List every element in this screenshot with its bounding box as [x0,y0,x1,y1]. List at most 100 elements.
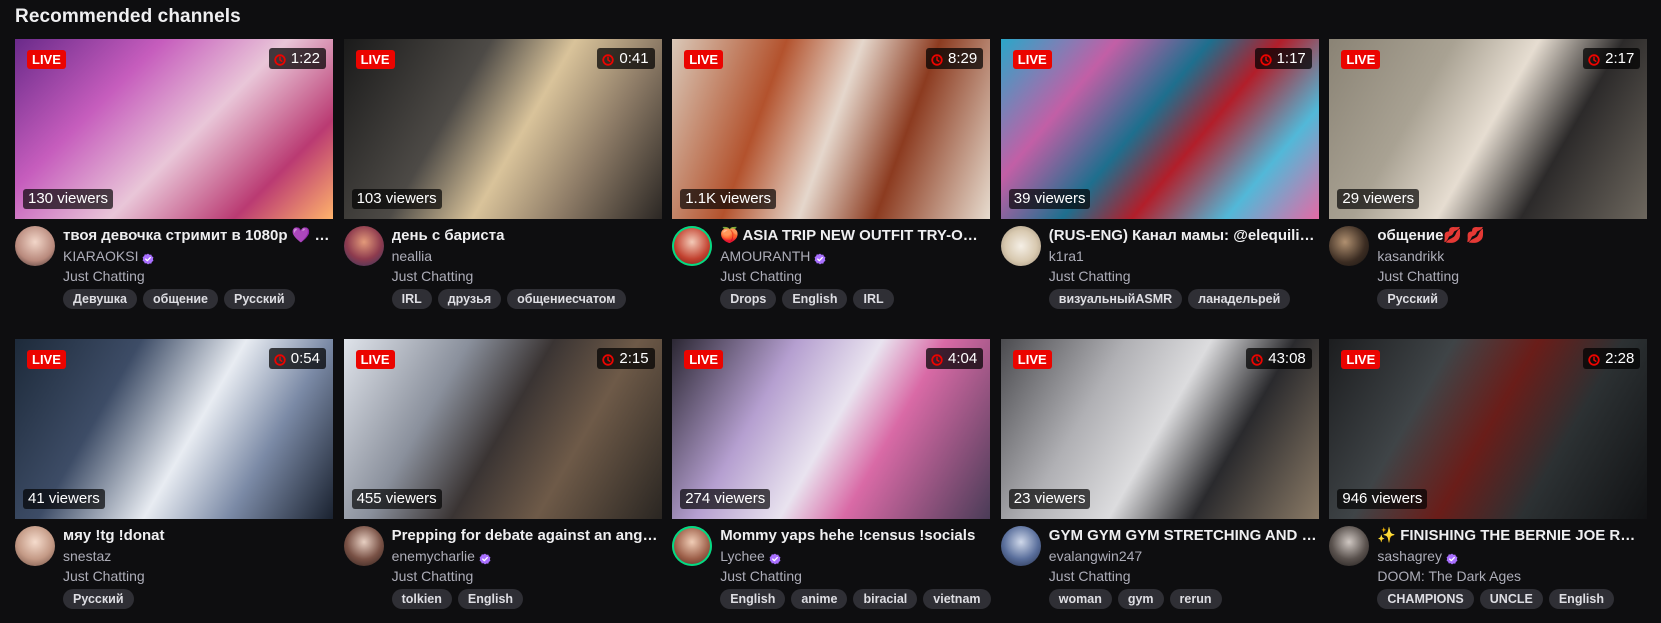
stream-info: общение💋 💋 kasandrikk Just Chatting Русс… [1377,226,1645,309]
stream-category[interactable]: Just Chatting [63,266,331,286]
stream-title[interactable]: Prepping for debate against an angry i..… [392,526,660,546]
channel-avatar[interactable] [672,526,713,566]
stream-category[interactable]: DOOM: The Dark Ages [1377,566,1645,586]
stream-title[interactable]: общение💋 💋 [1377,226,1645,246]
stream-card[interactable]: LIVE 1:17 39 viewers (RUS-ENG) Канал мам… [1000,39,1319,321]
channel-avatar[interactable] [1000,226,1041,266]
clock-icon [931,53,943,66]
stream-meta: ✨ FINISHING THE BERNIE JOE ROGA... sasha… [1329,526,1647,621]
stream-card[interactable]: LIVE 2:15 455 viewers Prepping for debat… [343,339,662,621]
tag-pill[interactable]: IRL [391,289,432,309]
uptime-text: 2:17 [1605,50,1635,67]
stream-title[interactable]: GYM GYM GYM STRETCHING AND M... [1049,526,1317,546]
stream-thumbnail[interactable]: LIVE 0:41 103 viewers [343,39,662,219]
stream-card[interactable]: LIVE 0:41 103 viewers день с бариста nea… [343,39,662,321]
stream-title[interactable]: ✨ FINISHING THE BERNIE JOE ROGA... [1377,526,1645,546]
channel-name[interactable]: sashagrey [1377,546,1442,566]
stream-info: ✨ FINISHING THE BERNIE JOE ROGA... sasha… [1377,526,1645,609]
stream-thumbnail[interactable]: LIVE 1:17 39 viewers [1000,39,1319,219]
stream-card[interactable]: LIVE 2:17 29 viewers общение💋 💋 kasandri… [1329,39,1648,321]
channel-name[interactable]: Lychee [720,546,765,566]
uptime-badge: 8:29 [925,48,984,69]
stream-card[interactable]: LIVE 1:22 130 viewers твоя девочка стрим… [15,39,333,321]
stream-card[interactable]: LIVE 2:28 946 viewers ✨ FINISHING THE BE… [1329,339,1648,621]
tag-list: визуальныйASMR ланадельрей [1048,289,1317,309]
tag-pill[interactable]: Девушка [63,289,137,309]
stream-thumbnail[interactable]: LIVE 2:17 29 viewers [1329,39,1648,219]
tag-pill[interactable]: woman [1048,589,1112,609]
tag-pill[interactable]: gym [1117,589,1164,609]
channel-avatar[interactable] [343,526,384,566]
stream-title[interactable]: твоя девочка стримит в 1080p 💜 !d... [63,226,331,246]
tag-pill[interactable]: общение [142,289,219,309]
tag-pill[interactable]: Drops [720,289,777,309]
channel-avatar[interactable] [1329,226,1370,266]
tag-pill[interactable]: ланадельрей [1188,289,1291,309]
stream-title[interactable]: 🍑 ASIA TRIP NEW OUTFIT TRY-ON ... [720,226,988,246]
stream-category[interactable]: Just Chatting [720,266,988,286]
stream-thumbnail[interactable]: LIVE 2:28 946 viewers [1329,339,1648,519]
tag-pill[interactable]: CHAMPIONS [1377,589,1474,609]
tag-pill[interactable]: IRL [853,289,894,309]
stream-meta: общение💋 💋 kasandrikk Just Chatting Русс… [1329,226,1647,321]
channel-name[interactable]: kasandrikk [1377,246,1444,266]
tag-pill[interactable]: tolkien [391,589,452,609]
tag-pill[interactable]: Русский [1377,289,1448,309]
stream-category[interactable]: Just Chatting [392,566,660,586]
stream-category[interactable]: Just Chatting [1049,266,1317,286]
channel-name-row: enemycharlie [392,546,660,566]
tag-pill[interactable]: English [782,289,848,309]
clock-icon [274,53,286,66]
tag-pill[interactable]: друзья [437,289,502,309]
channel-name[interactable]: KIARAOKSI [63,246,138,266]
tag-pill[interactable]: UNCLE [1479,589,1543,609]
stream-thumbnail[interactable]: LIVE 8:29 1.1K viewers [672,39,991,219]
channel-name[interactable]: evalangwin247 [1049,546,1142,566]
stream-category[interactable]: Just Chatting [720,566,988,586]
tag-pill[interactable]: English [457,589,524,609]
tag-pill[interactable]: biracial [853,589,918,609]
stream-title[interactable]: Mommy yaps hehe !census !socials [720,526,988,546]
stream-card[interactable]: LIVE 8:29 1.1K viewers 🍑 ASIA TRIP NEW O… [672,39,991,321]
stream-card[interactable]: LIVE 0:54 41 viewers мяу !tg !donat snes… [15,339,333,621]
stream-thumbnail[interactable]: LIVE 0:54 41 viewers [15,339,333,519]
channel-name[interactable]: neallia [392,246,432,266]
stream-thumbnail[interactable]: LIVE 1:22 130 viewers [15,39,333,219]
channel-name[interactable]: snestaz [63,546,111,566]
stream-title[interactable]: мяу !tg !donat [63,526,331,546]
stream-meta: Mommy yaps hehe !census !socials Lychee … [672,526,991,621]
tag-pill[interactable]: English [1548,589,1614,609]
channel-name[interactable]: k1ra1 [1049,246,1084,266]
tag-pill[interactable]: rerun [1169,589,1222,609]
stream-card[interactable]: LIVE 4:04 274 viewers Mommy yaps hehe !c… [672,339,991,621]
channel-avatar[interactable] [672,226,713,266]
tag-pill[interactable]: Русский [63,589,134,609]
tag-pill[interactable]: общениесчатом [507,289,626,309]
tag-pill[interactable]: визуальныйASMR [1048,289,1183,309]
channel-avatar[interactable] [1329,526,1370,566]
stream-thumbnail[interactable]: LIVE 43:08 23 viewers [1000,339,1319,519]
stream-card[interactable]: LIVE 43:08 23 viewers GYM GYM GYM STRETC… [1000,339,1319,621]
tag-pill[interactable]: English [720,589,786,609]
stream-title[interactable]: день с бариста [392,226,660,246]
stream-thumbnail[interactable]: LIVE 2:15 455 viewers [343,339,662,519]
channel-avatar[interactable] [1000,526,1041,566]
tag-pill[interactable]: vietnam [923,589,991,609]
tag-pill[interactable]: Русский [224,289,295,309]
stream-category[interactable]: Just Chatting [1049,566,1317,586]
tag-pill[interactable]: anime [791,589,848,609]
stream-category[interactable]: Just Chatting [63,566,331,586]
viewer-count: 1.1K viewers [680,189,777,209]
channel-avatar[interactable] [343,226,384,266]
stream-category[interactable]: Just Chatting [1377,266,1645,286]
channel-avatar[interactable] [15,526,55,566]
stream-category[interactable]: Just Chatting [392,266,660,286]
channel-avatar[interactable] [15,226,55,266]
stream-thumbnail[interactable]: LIVE 4:04 274 viewers [672,339,991,519]
stream-title[interactable]: (RUS-ENG) Канал мамы: @elequilibri... [1049,226,1317,246]
uptime-badge: 0:54 [268,348,326,369]
clock-icon [1588,53,1600,66]
verified-badge-icon [769,550,781,565]
channel-name[interactable]: enemycharlie [392,546,475,566]
channel-name[interactable]: AMOURANTH [720,246,810,266]
